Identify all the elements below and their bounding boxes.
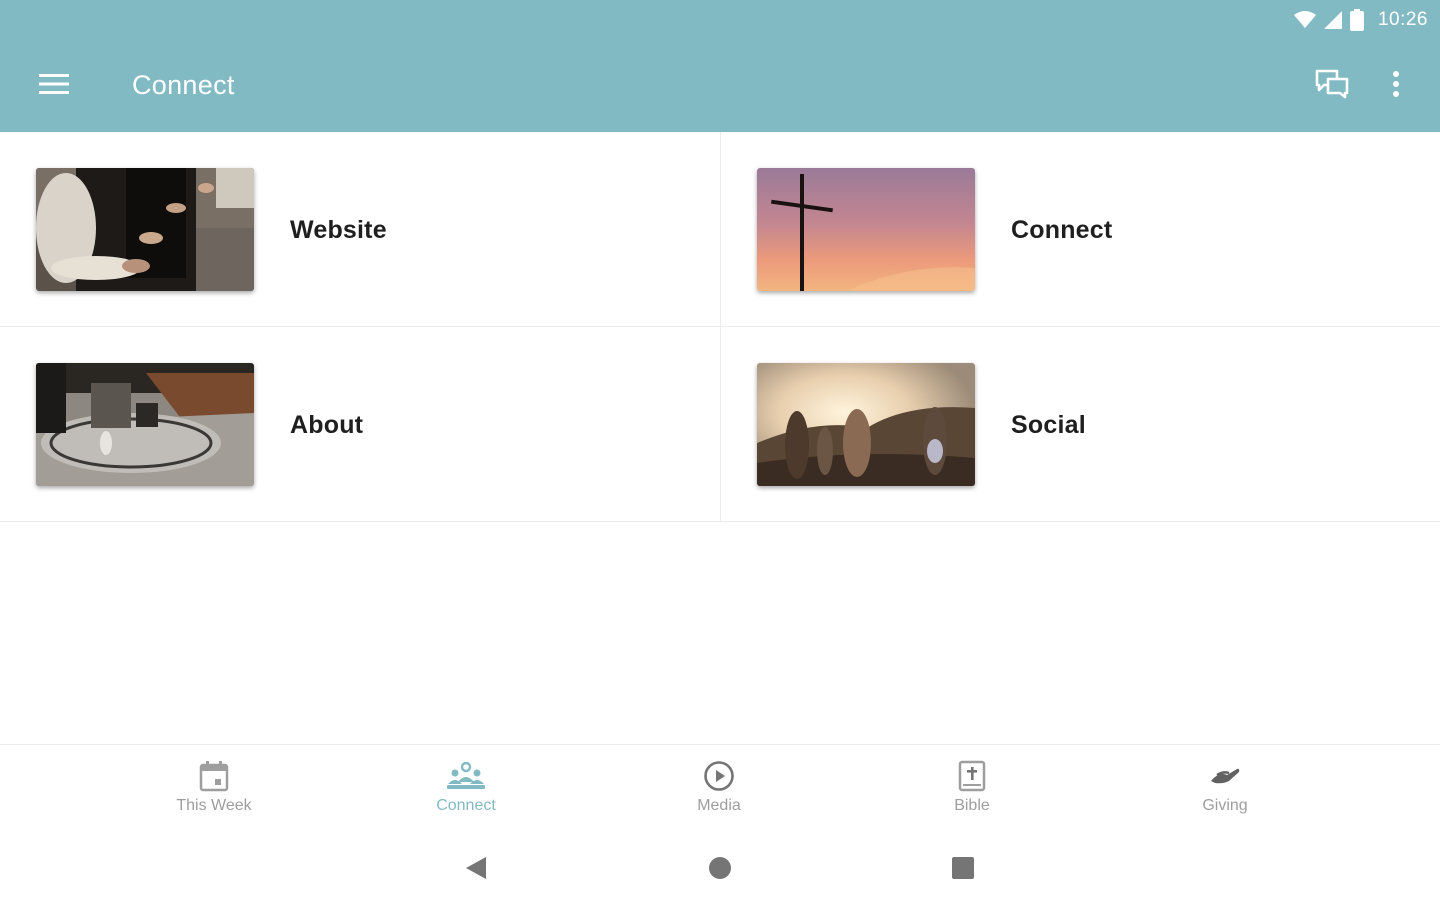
play-circle-icon xyxy=(703,759,735,793)
chat-icon[interactable] xyxy=(1308,64,1356,104)
hamburger-menu-icon[interactable] xyxy=(26,64,82,104)
people-group-icon xyxy=(447,759,485,793)
tile-about[interactable]: About xyxy=(0,327,720,522)
tile-label: Connect xyxy=(1011,216,1113,244)
tile-social[interactable]: Social xyxy=(721,327,1440,522)
nav-bible[interactable]: Bible xyxy=(892,745,1052,829)
wifi-icon xyxy=(1293,11,1316,29)
hands-worship-photo xyxy=(36,168,254,291)
tile-website[interactable]: Website xyxy=(0,132,720,327)
giving-hand-icon xyxy=(1209,759,1241,793)
connect-grid: Website Connect About Social xyxy=(0,132,1440,522)
nav-giving[interactable]: Giving xyxy=(1145,745,1305,829)
recents-square-icon[interactable] xyxy=(943,848,983,888)
status-bar: 10:26 xyxy=(1293,6,1428,34)
bible-icon xyxy=(958,759,986,793)
app-bar: 10:26 Connect xyxy=(0,0,1440,132)
friends-hillside-sunset-photo xyxy=(757,363,975,486)
status-time: 10:26 xyxy=(1377,9,1428,30)
nav-media[interactable]: Media xyxy=(639,745,799,829)
nav-this-week[interactable]: This Week xyxy=(134,745,294,829)
page-title: Connect xyxy=(132,70,235,100)
bottom-navigation: This Week Connect Media Bible Giving xyxy=(0,744,1440,828)
nav-label: This Week xyxy=(176,797,252,814)
back-triangle-icon[interactable] xyxy=(456,848,496,888)
calendar-icon xyxy=(199,759,229,793)
cell-signal-icon xyxy=(1323,11,1342,29)
nav-label: Media xyxy=(697,797,741,814)
nav-connect[interactable]: Connect xyxy=(386,745,546,829)
tile-label: About xyxy=(290,411,364,439)
home-circle-icon[interactable] xyxy=(700,848,740,888)
living-room-table-photo xyxy=(36,363,254,486)
cross-sunset-photo xyxy=(757,168,975,291)
nav-label: Bible xyxy=(954,797,990,814)
tile-label: Website xyxy=(290,216,387,244)
nav-label: Connect xyxy=(436,797,496,814)
system-navigation-bar xyxy=(0,828,1440,900)
more-vert-icon[interactable] xyxy=(1376,64,1416,104)
nav-label: Giving xyxy=(1202,797,1248,814)
tile-label: Social xyxy=(1011,411,1086,439)
battery-icon xyxy=(1349,9,1364,31)
tile-connect[interactable]: Connect xyxy=(721,132,1440,327)
